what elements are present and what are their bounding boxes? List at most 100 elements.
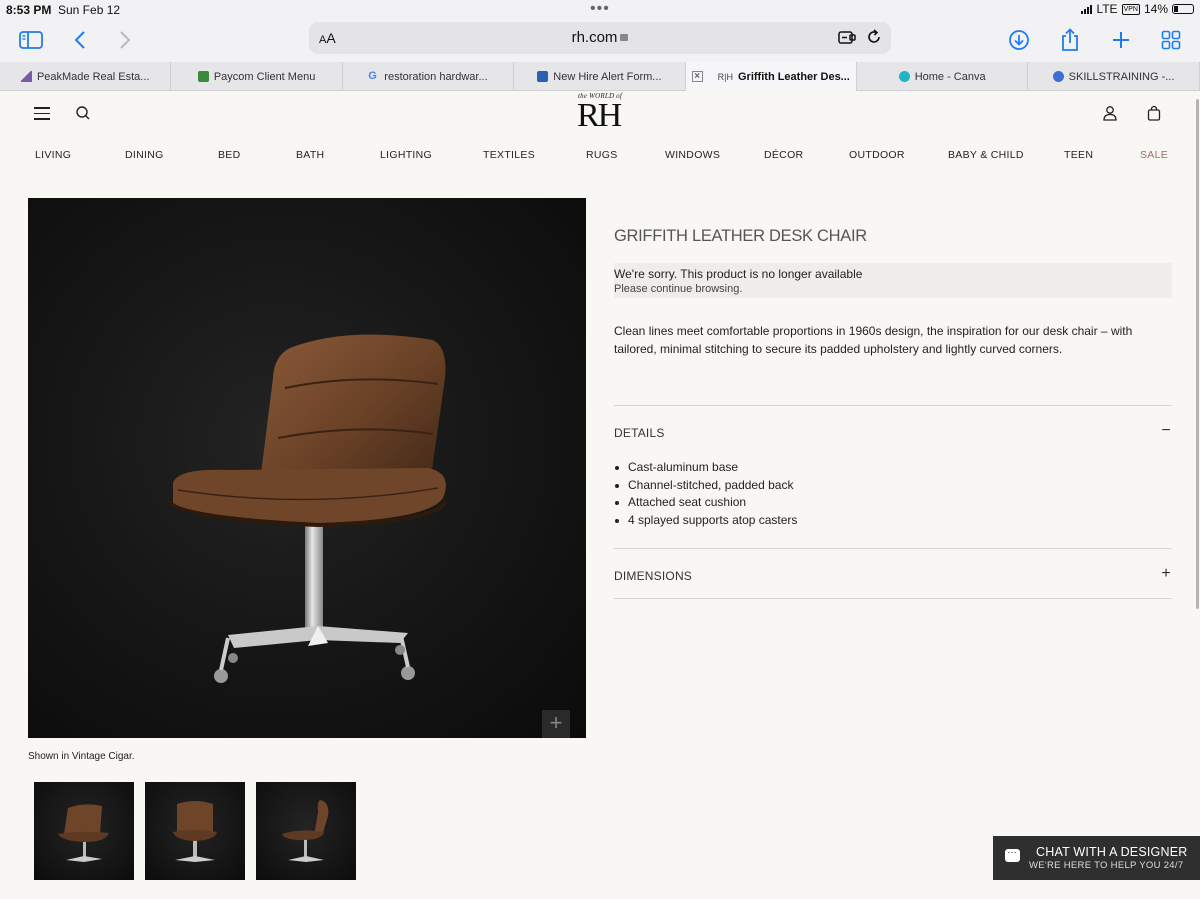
tab-bar: PeakMade Real Esta... Paycom Client Menu… [0, 62, 1200, 91]
dimensions-accordion-header[interactable]: DIMENSIONS [614, 569, 692, 583]
nav-dining[interactable]: DINING [125, 149, 164, 161]
tab-canva[interactable]: Home - Canva [857, 62, 1029, 91]
menu-icon[interactable] [34, 107, 50, 120]
list-item: Channel-stitched, padded back [614, 477, 797, 495]
nav-baby-child[interactable]: BABY & CHILD [948, 149, 1024, 161]
thumbnail-image[interactable] [34, 782, 134, 880]
chair-thumbnail-angle [58, 804, 109, 862]
divider [614, 405, 1172, 406]
battery-percent: 14% [1143, 2, 1168, 16]
nav-lighting[interactable]: LIGHTING [380, 149, 432, 161]
chat-with-designer-button[interactable]: CHAT WITH A DESIGNER WE'RE HERE TO HELP … [993, 836, 1200, 880]
image-caption: Shown in Vintage Cigar. [28, 751, 135, 762]
tab-paycom[interactable]: Paycom Client Menu [171, 62, 343, 91]
tab-label: Home - Canva [914, 70, 986, 83]
chair-thumbnail-front [173, 801, 217, 862]
nav-bath[interactable]: BATH [296, 149, 324, 161]
new-tab-icon[interactable] [1107, 26, 1135, 54]
details-list: Cast-aluminum base Channel-stitched, pad… [614, 459, 797, 530]
thumbnail-strip [34, 782, 356, 880]
category-nav: LIVING DINING BED BATH LIGHTING TEXTILES… [0, 149, 1200, 165]
rh-logo[interactable]: the WORLD of RH [572, 91, 628, 135]
lock-icon [620, 34, 629, 41]
google-favicon-icon: G [368, 70, 377, 82]
forms-favicon-icon [537, 71, 549, 82]
tab-google-search[interactable]: G restoration hardwar... [343, 62, 515, 91]
signal-icon [1081, 4, 1093, 14]
tab-peakmade[interactable]: PeakMade Real Esta... [0, 62, 172, 91]
status-date: Sun Feb 12 [58, 3, 121, 17]
tab-new-hire[interactable]: New Hire Alert Form... [514, 62, 686, 91]
tab-skillstraining[interactable]: SKILLSTRAINING -... [1028, 62, 1200, 91]
divider [614, 598, 1172, 599]
status-bar: 8:53 PM Sun Feb 12 ••• LTE VPN 14% [0, 0, 1200, 20]
chat-subtitle: WE'RE HERE TO HELP YOU 24/7 [1029, 860, 1184, 871]
url-text[interactable]: rh.com [309, 29, 891, 46]
tab-label: New Hire Alert Form... [553, 70, 662, 83]
nav-rugs[interactable]: RUGS [586, 149, 618, 161]
unavailable-notice: We're sorry. This product is no longer a… [614, 263, 1172, 298]
nav-sale[interactable]: SALE [1140, 149, 1168, 161]
tab-label: SKILLSTRAINING -... [1068, 70, 1175, 83]
nav-textiles[interactable]: TEXTILES [483, 149, 535, 161]
list-item: Cast-aluminum base [614, 459, 797, 477]
paycom-favicon-icon [197, 71, 209, 82]
status-indicators: LTE VPN 14% [1081, 2, 1194, 16]
nav-decor[interactable]: DÉCOR [764, 149, 803, 161]
zoom-button[interactable]: + [542, 710, 570, 738]
logo-wordmark: RH [577, 97, 622, 134]
download-icon[interactable] [1005, 26, 1033, 54]
tab-label: Griffith Leather Des... [738, 70, 850, 83]
page-scrollbar[interactable] [1196, 99, 1199, 609]
tab-label: PeakMade Real Esta... [36, 70, 150, 83]
nav-living[interactable]: LIVING [35, 149, 71, 161]
chat-bubble-icon [1005, 845, 1020, 862]
chair-illustration [166, 334, 448, 683]
details-accordion-header[interactable]: DETAILS [614, 426, 665, 440]
network-label: LTE [1096, 2, 1118, 16]
sidebar-icon[interactable] [17, 26, 45, 54]
list-item: 4 splayed supports atop casters [614, 512, 797, 530]
address-bar[interactable]: AA rh.com [309, 22, 891, 54]
browser-toolbar: AA rh.com [0, 20, 1200, 62]
product-title: GRIFFITH LEATHER DESK CHAIR [614, 227, 867, 245]
expand-icon[interactable]: + [1159, 565, 1173, 583]
tab-label: Paycom Client Menu [213, 70, 316, 83]
nav-windows[interactable]: WINDOWS [665, 149, 720, 161]
product-image[interactable]: + [28, 198, 586, 738]
nav-teen[interactable]: TEEN [1064, 149, 1093, 161]
collapse-icon[interactable]: − [1159, 422, 1173, 440]
status-time: 8:53 PM [6, 3, 52, 17]
share-icon[interactable] [1056, 26, 1084, 54]
search-icon[interactable] [75, 105, 91, 121]
account-icon[interactable] [1102, 105, 1118, 121]
chair-thumbnail-side [282, 800, 329, 862]
list-item: Attached seat cushion [614, 494, 797, 512]
battery-icon [1172, 4, 1194, 14]
canva-favicon-icon [898, 71, 910, 82]
reload-icon[interactable] [865, 28, 883, 46]
forward-icon[interactable] [111, 26, 139, 54]
back-icon[interactable] [66, 26, 94, 54]
tab-overview-icon[interactable] [1157, 26, 1185, 54]
cart-icon[interactable] [1146, 105, 1162, 121]
peakmade-favicon-icon [20, 71, 32, 82]
web-page: the WORLD of RH LIVING DINING BED BATH L… [0, 91, 1200, 899]
notice-message: We're sorry. This product is no longer a… [614, 267, 863, 281]
tab-label: restoration hardwar... [384, 70, 488, 83]
divider [614, 548, 1172, 549]
vpn-badge: VPN [1121, 3, 1140, 15]
nav-outdoor[interactable]: OUTDOOR [849, 149, 905, 161]
thumbnail-image[interactable] [256, 782, 356, 880]
thumbnail-image[interactable] [145, 782, 245, 880]
product-description: Clean lines meet comfortable proportions… [614, 324, 1133, 356]
notice-submessage: Please continue browsing. [614, 283, 743, 295]
tab-griffith-active[interactable]: × R|H Griffith Leather Des... [685, 62, 857, 91]
close-tab-icon[interactable]: × [691, 71, 703, 82]
multitasking-dots[interactable]: ••• [590, 0, 610, 18]
skillstraining-favicon-icon [1052, 71, 1064, 82]
nav-bed[interactable]: BED [218, 149, 241, 161]
rh-favicon-icon: R|H [717, 71, 733, 82]
extension-icon[interactable] [838, 29, 856, 45]
chat-title: CHAT WITH A DESIGNER [1036, 845, 1188, 859]
